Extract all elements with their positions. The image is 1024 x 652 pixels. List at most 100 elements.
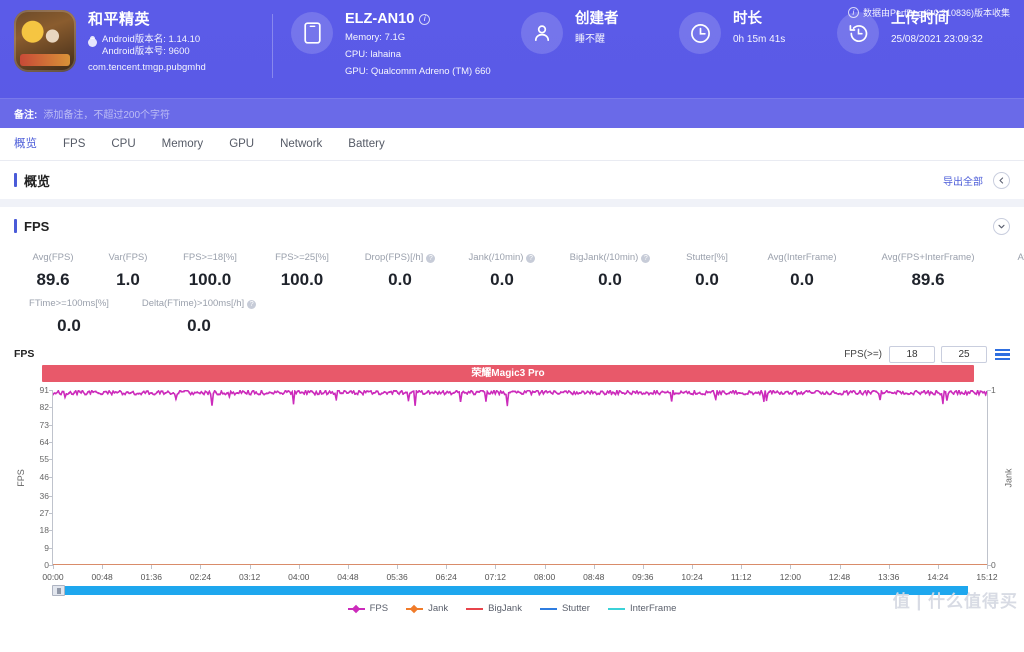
x-axis-tick: 00:48	[91, 572, 113, 582]
help-icon[interactable]: ?	[641, 253, 651, 263]
legend-swatch	[607, 607, 625, 610]
chart-range-slider[interactable]	[52, 585, 982, 596]
tab-fps[interactable]: FPS	[63, 128, 85, 161]
metric-label: FPS>=25[%]	[275, 252, 329, 263]
help-icon[interactable]: ?	[247, 299, 257, 309]
overview-title: 概览	[24, 173, 51, 189]
legend-label: Jank	[428, 603, 449, 614]
metric-avg-fps-interframe: Avg(FPS+InterFrame) 89.6	[858, 251, 998, 293]
legend-label: FPS	[369, 603, 389, 614]
device-gpu: GPU: Qualcomm Adreno (TM) 660	[345, 66, 491, 77]
legend-item-stutter[interactable]: Stutter	[539, 603, 590, 614]
metric-value: 100.0	[280, 270, 324, 289]
device-title-row: ELZ-AN10 i	[345, 10, 491, 28]
user-icon	[521, 12, 563, 54]
legend-item-jank[interactable]: Jank	[406, 603, 448, 614]
overview-title-group: 概览	[14, 171, 50, 190]
metric-value: 0.0	[490, 270, 514, 289]
help-icon[interactable]: ?	[426, 253, 436, 263]
legend-item-bigjank[interactable]: BigJank	[466, 603, 522, 614]
x-axis-tickmark	[249, 565, 251, 569]
tab-cpu[interactable]: CPU	[111, 128, 135, 161]
x-axis-tick: 07:12	[484, 572, 507, 582]
tab-memory[interactable]: Memory	[162, 128, 204, 161]
x-axis-tickmark	[987, 565, 988, 569]
slider-track[interactable]	[52, 586, 968, 595]
metric-value: 0.0	[388, 270, 412, 289]
y-axis-tickmark	[49, 530, 53, 532]
x-axis-tickmark	[692, 565, 694, 569]
metric-value: 89.6	[36, 270, 70, 289]
metric-label: Avg(FPS)	[32, 252, 74, 263]
x-axis-tick: 09:36	[632, 572, 654, 582]
metric-value: 11.2	[998, 267, 1024, 293]
legend-item-interframe[interactable]: InterFrame	[607, 603, 677, 614]
creator-title: 创建者	[575, 11, 619, 27]
fps-metrics: Avg(FPS) 89.6 Var(FPS) 1.0 FPS>=18[%] 10…	[0, 245, 1024, 343]
metric-value: 0.0	[187, 316, 211, 335]
fps-collapse-button[interactable]	[993, 217, 1010, 235]
x-axis-tickmark	[200, 565, 202, 569]
perfdog-note-text: 数据由PerfDog(6.0.210836)版本收集	[862, 8, 1010, 18]
metric-stutter: Stutter[%] 0.0	[668, 251, 746, 293]
tab-overview[interactable]: 概览	[14, 128, 37, 161]
device-model: ELZ-AN10	[345, 11, 415, 27]
device-text: ELZ-AN10 i Memory: 7.1G CPU: lahaina GPU…	[345, 10, 491, 79]
chart-header: FPS FPS(>=)	[14, 343, 1010, 365]
legend-swatch	[466, 607, 484, 610]
x-axis-tickmark	[839, 565, 841, 569]
overview-collapse-button[interactable]	[993, 171, 1010, 189]
plot-area[interactable]: 91 82 73 64 55 46 36 27 18 9 0 1 0 00:00 00:48 01:36 02:…	[40, 385, 998, 582]
legend-table-icon[interactable]	[995, 348, 1010, 360]
metric-value: 100.0	[188, 270, 232, 289]
metric-label: Avg(InterFrame)	[767, 252, 837, 263]
chart-legend: FPS Jank BigJank Stutter InterFrame	[14, 603, 1010, 614]
metric-label: Drop(FPS)[/h] ?	[348, 251, 452, 265]
metric-drop-fps: Drop(FPS)[/h] ? 0.0	[348, 251, 452, 293]
metric-label-text: Delta(FTime)>100ms[/h]	[141, 298, 245, 309]
export-all-button[interactable]: 导出全部	[943, 173, 983, 188]
slider-handle-left[interactable]	[52, 585, 65, 596]
x-axis-tickmark	[937, 565, 939, 569]
remark-input-placeholder[interactable]: 添加备注，不超过200个字符	[43, 106, 170, 121]
x-axis-tickmark	[544, 565, 546, 569]
device-memory: Memory: 7.1G	[345, 32, 406, 43]
y-axis-tick: 91	[39, 385, 49, 395]
tab-gpu[interactable]: GPU	[229, 128, 254, 161]
legend-item-fps[interactable]: FPS	[347, 603, 389, 614]
metric-value: 0.0	[695, 270, 719, 289]
x-axis-tickmark	[298, 565, 300, 569]
x-axis-tick: 14:24	[927, 572, 949, 582]
creator-info-block: 创建者 睡不醒	[521, 10, 671, 54]
x-axis-tick: 10:24	[681, 572, 703, 582]
help-icon[interactable]: ?	[526, 253, 536, 263]
x-axis-tickmark	[888, 565, 890, 569]
x-axis-tickmark	[446, 565, 448, 569]
metric-label: Var(FPS)	[108, 252, 148, 263]
tab-battery[interactable]: Battery	[348, 128, 384, 161]
metric-label-text: Jank(/10min)	[468, 252, 524, 263]
fps-threshold-low-input[interactable]	[889, 345, 935, 363]
device-info-icon[interactable]: i	[419, 13, 431, 25]
metric-avg-ftime: Avg(FTime)[ms] 11.2	[998, 251, 1024, 293]
y-axis-tickmark	[49, 459, 53, 461]
chevron-left-icon	[999, 176, 1004, 184]
duration-value: 0h 15m 41s	[733, 34, 786, 45]
legend-label: InterFrame	[629, 603, 677, 614]
metric-bigjank: BigJank(/10min) ? 0.0	[552, 251, 668, 293]
x-axis-tick: 00:00	[42, 572, 64, 582]
upload-value: 25/08/2021 23:09:32	[891, 34, 983, 45]
x-axis-tickmark	[102, 565, 104, 569]
title-accent-bar	[14, 173, 17, 187]
remark-bar[interactable]: 备注: 添加备注，不超过200个字符	[0, 98, 1024, 128]
x-axis-tick: 03:12	[238, 572, 261, 582]
fps-threshold-high-input[interactable]	[941, 345, 987, 363]
x-axis-tick: 12:48	[828, 572, 851, 582]
y-axis-tickmark	[49, 547, 53, 549]
metric-avg-interframe: Avg(InterFrame) 0.0	[746, 251, 858, 293]
tab-network[interactable]: Network	[280, 128, 322, 161]
fps-actions	[993, 217, 1010, 235]
chart-controls: FPS(>=)	[844, 345, 1010, 363]
chevron-down-icon	[998, 224, 1005, 228]
x-axis-tick: 13:36	[878, 572, 900, 582]
